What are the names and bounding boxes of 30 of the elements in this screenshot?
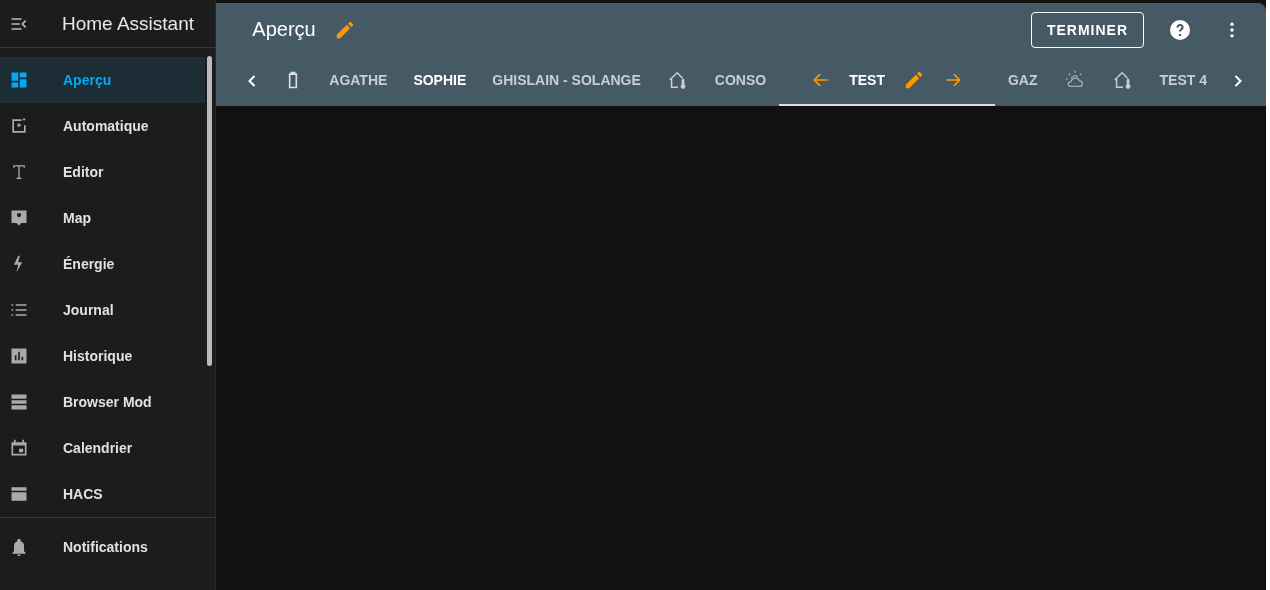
sidebar-item[interactable]: Editor	[0, 149, 206, 195]
bar-chart-icon	[9, 346, 29, 366]
person-pin-icon	[9, 208, 29, 228]
sidebar-item[interactable]: Calendrier	[0, 425, 206, 471]
bell-icon	[9, 537, 29, 557]
sidebar-item[interactable]: Map	[0, 195, 206, 241]
app-title: Home Assistant	[62, 12, 194, 35]
tab[interactable]: SOPHIE	[400, 56, 480, 106]
server-icon	[9, 392, 29, 412]
sidebar-item[interactable]: Énergie	[0, 241, 206, 287]
tab[interactable]: CONSO	[701, 56, 780, 106]
sidebar-item[interactable]: HACS	[0, 471, 206, 517]
tab[interactable]: TEST	[779, 56, 995, 106]
notifications-item[interactable]: Notifications	[0, 524, 206, 570]
sidebar-item[interactable]: Aperçu	[0, 57, 206, 103]
page-title: Aperçu	[252, 18, 316, 41]
sidebar-item[interactable]: Journal	[0, 287, 206, 333]
tab[interactable]: GHISLAIN - SOLANGE	[479, 56, 654, 106]
store-icon	[9, 484, 29, 504]
sidebar-item[interactable]: Automatique	[0, 103, 206, 149]
tab[interactable]: AGATHE	[316, 56, 401, 106]
help-icon[interactable]	[1168, 17, 1192, 42]
sparkle-frame-icon	[9, 116, 29, 136]
calendar-icon	[9, 438, 29, 458]
tab[interactable]: GAZ	[994, 56, 1051, 106]
done-button[interactable]: TERMINER	[1030, 11, 1144, 48]
tab[interactable]: TEST 4	[1146, 56, 1220, 106]
sidebar-item[interactable]: Historique	[0, 333, 206, 379]
sidebar-item[interactable]: Browser Mod	[0, 379, 206, 425]
dashboard-icon	[9, 70, 29, 90]
